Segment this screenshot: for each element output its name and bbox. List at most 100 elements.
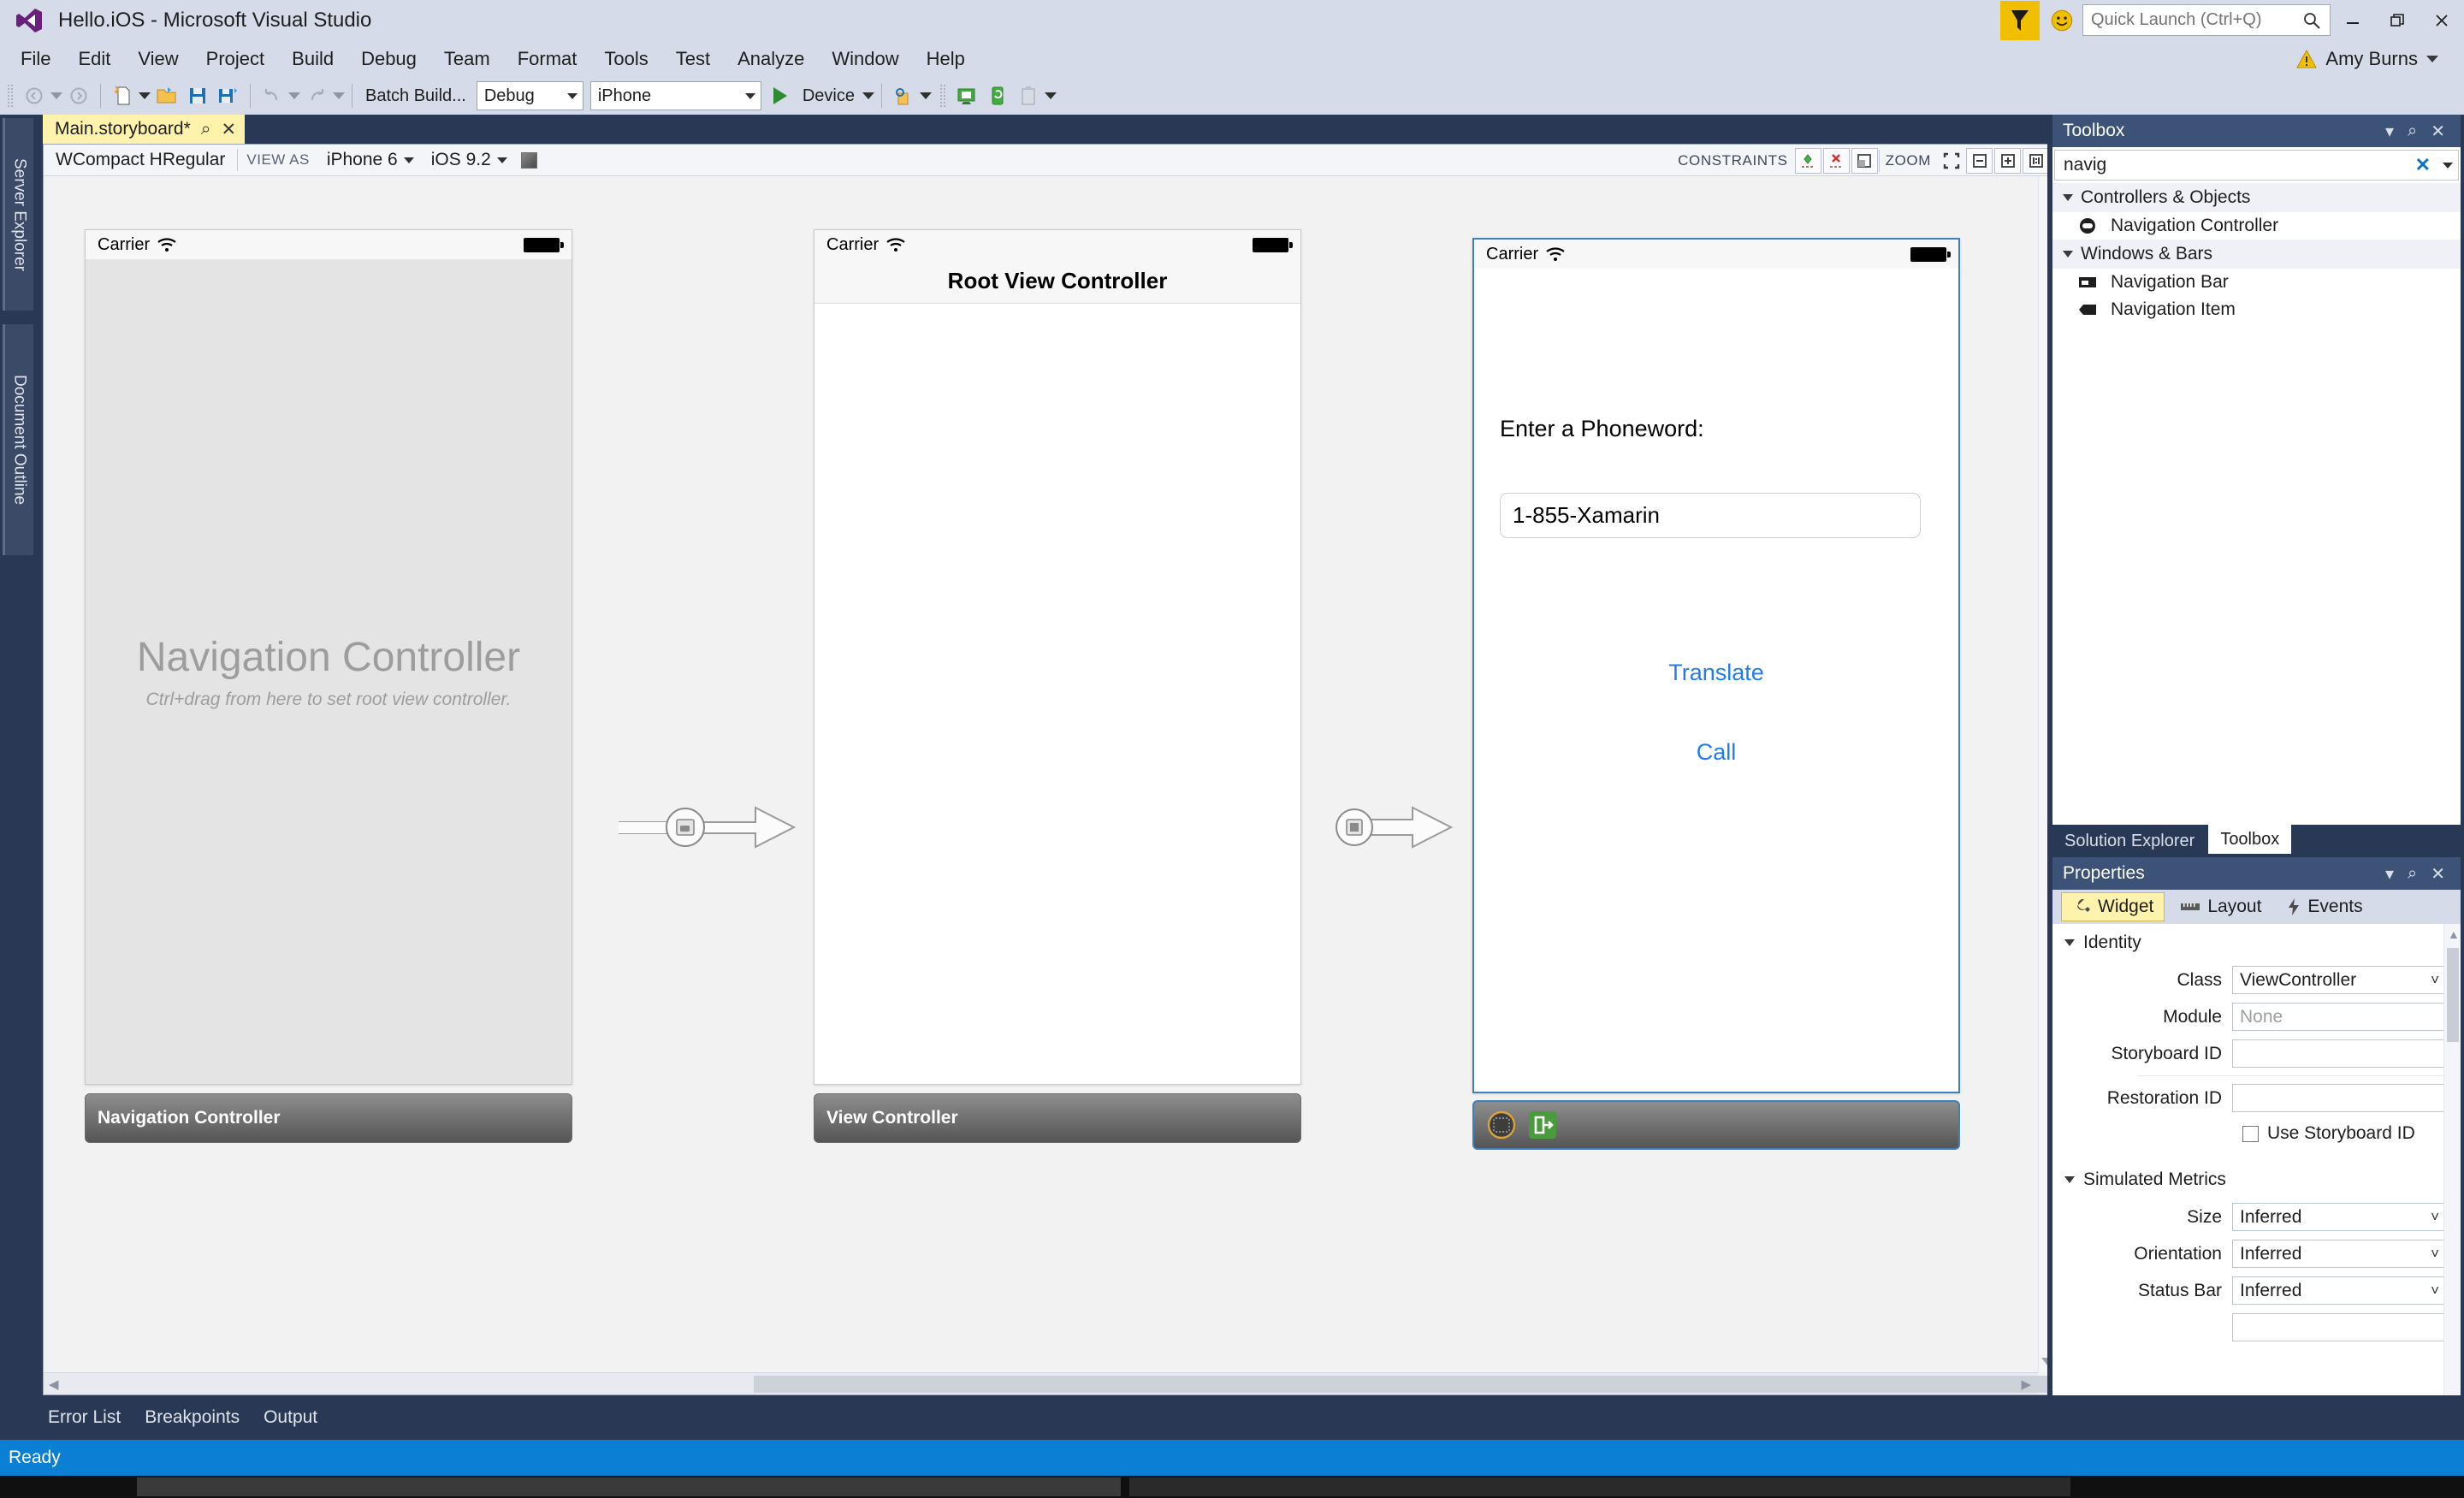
new-project-icon[interactable] <box>108 81 137 110</box>
scene-content-view[interactable]: Enter a Phoneword: 1-855-Xamarin Transla… <box>1474 269 1958 1092</box>
navigate-back-dropdown-icon[interactable] <box>50 81 63 110</box>
canvas-horizontal-scrollbar[interactable]: ◀ ▶ <box>44 1372 2055 1394</box>
section-identity[interactable]: Identity <box>2052 924 2461 962</box>
use-storyboard-id-checkbox[interactable] <box>2242 1125 2259 1142</box>
menu-item-project[interactable]: Project <box>194 44 276 74</box>
properties-scroll-thumb[interactable] <box>2447 948 2459 1042</box>
archive-icon[interactable] <box>1014 81 1043 110</box>
clear-search-icon[interactable]: ✕ <box>2408 154 2437 176</box>
find-icon[interactable] <box>889 81 918 110</box>
scene-phone-frame[interactable]: Carrier Enter a Phoneword: 1-855-Xamarin… <box>1472 238 1960 1093</box>
undo-icon[interactable] <box>258 81 287 110</box>
smiley-icon[interactable] <box>2050 9 2074 33</box>
menu-item-team[interactable]: Team <box>432 44 502 74</box>
restoration-id-field[interactable] <box>2232 1084 2445 1112</box>
toolbar-overflow-icon[interactable] <box>919 81 933 110</box>
chevron-down-icon[interactable] <box>2426 55 2438 62</box>
navigation-controller-scene[interactable]: Carrier Navigation Controller Ctrl+drag … <box>85 229 572 1143</box>
dock-tab-toolbox[interactable]: Toolbox <box>2208 825 2292 854</box>
toolbar-grip[interactable] <box>7 84 14 108</box>
minimize-button[interactable] <box>2331 0 2375 40</box>
pin-icon[interactable]: ⌕ <box>2401 864 2424 884</box>
configuration-combo[interactable]: Debug <box>476 81 583 110</box>
root-view-controller-scene[interactable]: Carrier Root View Controller View Contro… <box>814 229 1301 1143</box>
clear-constraints-icon[interactable] <box>1822 147 1850 174</box>
module-field[interactable]: None <box>2232 1003 2445 1031</box>
partial-field[interactable] <box>2232 1313 2445 1341</box>
scroll-right-arrow-icon[interactable]: ▶ <box>2016 1377 2036 1392</box>
os-version-combo[interactable]: iOS 9.2 <box>423 150 516 170</box>
navigation-bar-title[interactable]: Root View Controller <box>814 259 1300 304</box>
zoom-actual-icon[interactable] <box>2023 147 2049 174</box>
exit-segue-icon[interactable] <box>1527 1110 1558 1140</box>
scene-dock-bar[interactable]: Navigation Controller <box>85 1093 572 1143</box>
status-bar-combo[interactable]: Inferred ˅ <box>2232 1276 2445 1305</box>
toolbox-search-input[interactable] <box>2064 155 2408 175</box>
device-preview-icon[interactable] <box>520 151 537 169</box>
run-target-dropdown-icon[interactable] <box>862 81 875 110</box>
add-constraints-icon[interactable] <box>1794 147 1821 174</box>
redo-dropdown-icon[interactable] <box>332 81 346 110</box>
android-emulator-icon[interactable] <box>952 81 981 110</box>
quick-launch-box[interactable] <box>2082 4 2331 36</box>
platform-combo[interactable]: iPhone <box>589 81 761 110</box>
zoom-fit-icon[interactable] <box>1938 148 1964 174</box>
storyboard-id-field[interactable] <box>2232 1039 2445 1068</box>
tab-widget[interactable]: Widget <box>2061 892 2165 921</box>
tab-layout[interactable]: Layout <box>2170 893 2272 921</box>
menu-item-help[interactable]: Help <box>915 44 977 74</box>
menu-item-analyze[interactable]: Analyze <box>726 44 816 74</box>
dock-tab-solution-explorer[interactable]: Solution Explorer <box>2052 828 2206 854</box>
navigate-forward-icon[interactable] <box>64 81 93 110</box>
section-simulated-metrics[interactable]: Simulated Metrics <box>2052 1151 2461 1199</box>
toolbox-item-navigation-bar[interactable]: Navigation Bar <box>2052 269 2461 296</box>
size-combo[interactable]: Inferred ˅ <box>2232 1203 2445 1231</box>
run-target-label[interactable]: Device <box>796 86 862 106</box>
scroll-up-arrow-icon[interactable]: ▲ <box>2448 927 2460 941</box>
dropdown-icon[interactable]: ▾ <box>2378 863 2401 885</box>
toolbox-item-navigation-controller[interactable]: Navigation Controller <box>2052 212 2461 240</box>
toolbox-group-controllers-objects[interactable]: Controllers & Objects <box>2052 183 2461 212</box>
size-class-traits[interactable]: WCompact HRegular <box>44 150 237 170</box>
phoneword-text-field[interactable]: 1-855-Xamarin <box>1500 493 1921 538</box>
update-frames-icon[interactable] <box>1851 147 1878 174</box>
taskbar-item[interactable] <box>137 1477 1121 1496</box>
scene-dock-bar[interactable] <box>1472 1100 1960 1150</box>
segue-nav-to-root[interactable] <box>619 801 815 854</box>
horizontal-scroll-thumb[interactable] <box>754 1376 2055 1393</box>
document-tab-main-storyboard[interactable]: Main.storyboard* ⌕ ✕ <box>43 115 246 144</box>
close-button[interactable] <box>2420 0 2464 40</box>
new-project-dropdown-icon[interactable] <box>138 81 151 110</box>
translate-button[interactable]: Translate <box>1474 660 1958 686</box>
taskbar-item[interactable] <box>1129 1477 2070 1496</box>
pin-icon[interactable]: ⌕ <box>2401 121 2424 141</box>
sidebar-tab-document-outline[interactable]: Document Outline <box>3 324 33 555</box>
toolbar-grip[interactable] <box>939 84 946 108</box>
navigate-back-icon[interactable] <box>20 81 49 110</box>
orientation-combo[interactable]: Inferred ˅ <box>2232 1240 2445 1268</box>
pin-icon[interactable]: ⌕ <box>201 119 211 139</box>
use-storyboard-id-row[interactable]: Use Storyboard ID <box>2052 1116 2461 1151</box>
scene-content-view[interactable] <box>814 304 1300 1084</box>
zoom-out-icon[interactable] <box>1966 147 1993 174</box>
menu-item-tools[interactable]: Tools <box>592 44 660 74</box>
phoneword-label[interactable]: Enter a Phoneword: <box>1500 416 1704 442</box>
bottom-tab-error-list[interactable]: Error List <box>36 1407 133 1428</box>
account-area[interactable]: Amy Burns <box>2296 40 2438 77</box>
phoneword-view-controller-scene[interactable]: Carrier Enter a Phoneword: 1-855-Xamarin… <box>1472 238 1960 1150</box>
restore-button[interactable] <box>2375 0 2420 40</box>
toolbar-overflow-icon[interactable] <box>1044 81 1057 110</box>
device-combo[interactable]: iPhone 6 <box>318 150 423 170</box>
menu-item-view[interactable]: View <box>126 44 190 74</box>
segue-root-to-phoneword[interactable] <box>1336 801 1472 854</box>
dropdown-icon[interactable]: ▾ <box>2378 121 2401 142</box>
menu-item-format[interactable]: Format <box>506 44 589 74</box>
menu-item-debug[interactable]: Debug <box>349 44 429 74</box>
toolbox-item-navigation-item[interactable]: Navigation Item <box>2052 296 2461 323</box>
scene-dock-bar[interactable]: View Controller <box>814 1093 1301 1143</box>
close-icon[interactable]: ✕ <box>2424 863 2452 885</box>
menu-item-file[interactable]: File <box>9 44 62 74</box>
filter-dropdown-icon[interactable] <box>2443 162 2453 169</box>
zoom-in-icon[interactable] <box>1994 147 2021 174</box>
storyboard-canvas[interactable]: Carrier Navigation Controller Ctrl+drag … <box>44 176 2055 1394</box>
